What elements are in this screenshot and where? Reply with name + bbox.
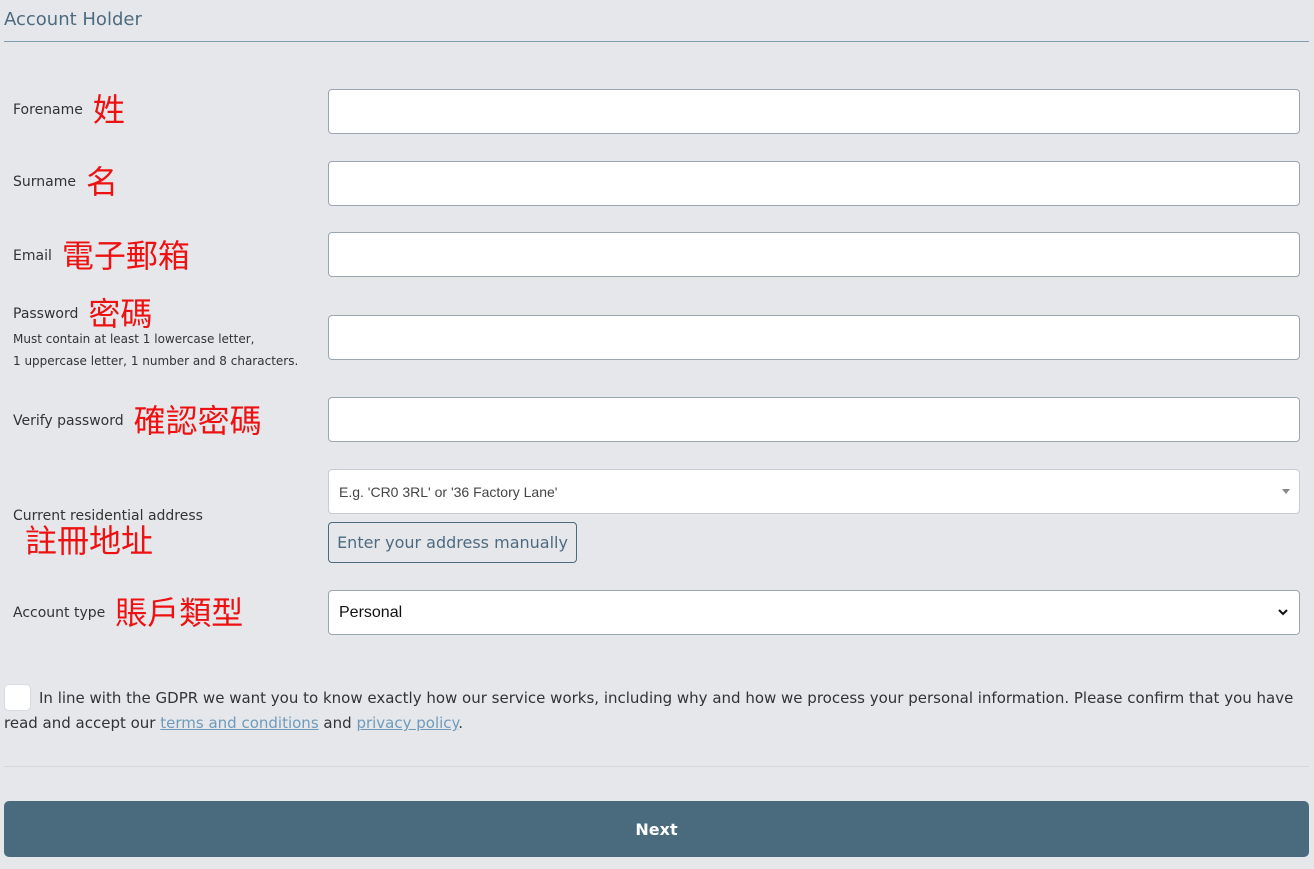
forename-annotation: 姓 [92, 91, 125, 129]
dropdown-caret-icon [1282, 489, 1290, 494]
section-title: Account Holder [4, 9, 142, 30]
surname-label-group: Surname 名 [13, 166, 118, 198]
password-annotation: 密碼 [88, 295, 153, 333]
surname-annotation: 名 [85, 163, 118, 201]
surname-label: Surname [13, 174, 76, 190]
password-hint-line2: 1 uppercase letter, 1 number and 8 chara… [13, 354, 299, 368]
email-annotation: 電子郵箱 [61, 237, 190, 275]
gdpr-period: . [458, 714, 464, 732]
password-input[interactable] [328, 315, 1300, 360]
surname-input[interactable] [328, 161, 1300, 206]
account-type-select[interactable]: Personal [328, 590, 1300, 635]
email-label-group: Email 電子郵箱 [13, 240, 190, 272]
account-type-label-group: Account type 賬戶類型 [13, 597, 243, 629]
account-type-label: Account type [13, 605, 106, 621]
address-placeholder: E.g. 'CR0 3RL' or '36 Factory Lane' [339, 483, 558, 500]
chevron-down-icon [1277, 605, 1289, 621]
verify-password-label: Verify password [13, 413, 124, 429]
forename-label-group: Forename 姓 [13, 94, 125, 126]
email-label: Email [13, 248, 52, 264]
verify-password-label-group: Verify password 確認密碼 [13, 405, 262, 437]
gdpr-checkbox[interactable] [4, 684, 31, 711]
enter-address-manually-button[interactable]: Enter your address manually [328, 522, 577, 563]
verify-password-annotation: 確認密碼 [133, 402, 262, 440]
section-divider [4, 41, 1309, 42]
forename-input[interactable] [328, 89, 1300, 134]
verify-password-input[interactable] [328, 397, 1300, 442]
address-lookup-select[interactable]: E.g. 'CR0 3RL' or '36 Factory Lane' [328, 469, 1300, 514]
password-label-group: Password 密碼 [13, 298, 152, 330]
form-divider [4, 766, 1309, 767]
email-input[interactable] [328, 232, 1300, 277]
password-hint-line1: Must contain at least 1 lowercase letter… [13, 332, 255, 346]
gdpr-consent: In line with the GDPR we want you to kno… [4, 684, 1310, 735]
password-label: Password [13, 306, 79, 322]
next-button[interactable]: Next [4, 801, 1309, 857]
account-type-value: Personal [339, 603, 403, 621]
address-annotation: 註冊地址 [25, 522, 154, 560]
terms-link[interactable]: terms and conditions [160, 714, 318, 732]
privacy-link[interactable]: privacy policy [356, 714, 458, 732]
forename-label: Forename [13, 102, 83, 118]
account-type-annotation: 賬戶類型 [115, 594, 244, 632]
gdpr-and: and [323, 714, 352, 732]
